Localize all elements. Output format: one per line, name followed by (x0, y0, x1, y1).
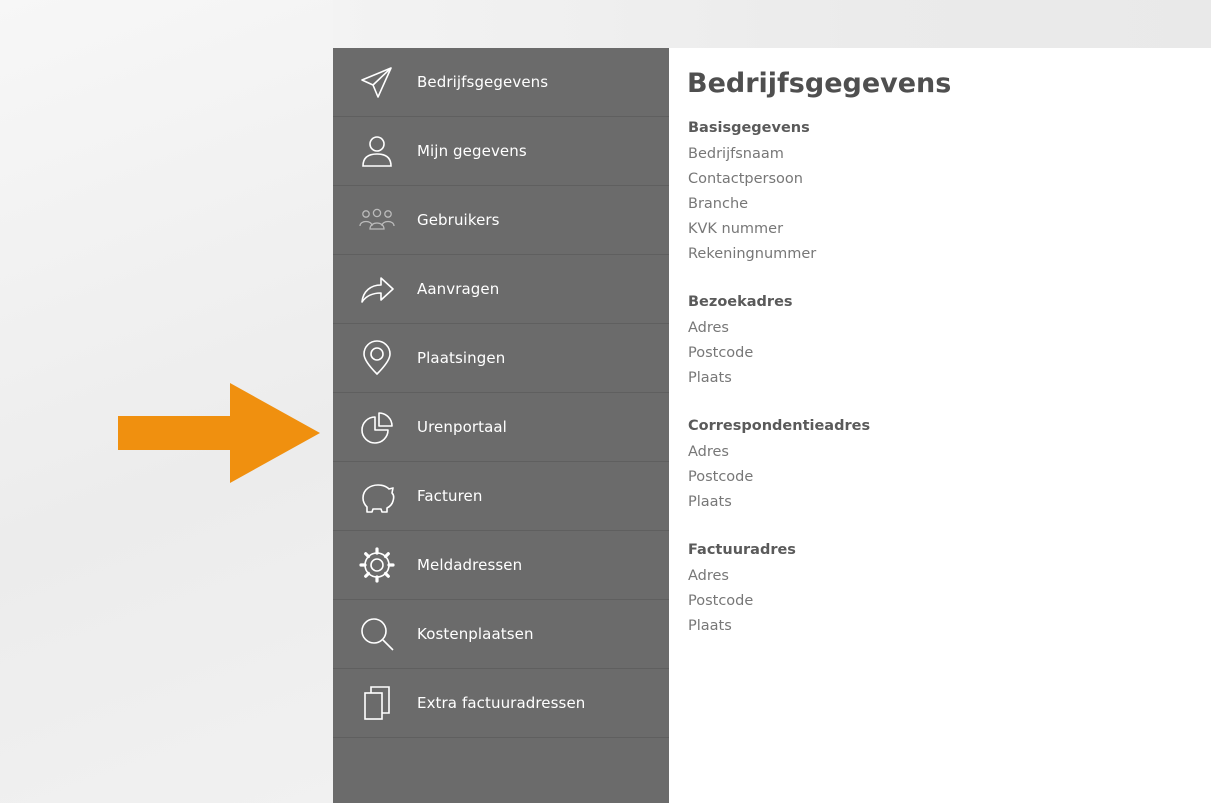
field-plaats: Plaats (688, 618, 732, 634)
field-postcode: Postcode (688, 469, 754, 485)
field-kvk-nummer: KVK nummer (688, 221, 784, 237)
section-title: Bezoekadres (688, 294, 793, 310)
sidebar-item-label: Kostenplaatsen (417, 625, 534, 643)
field-adres: Adres (688, 568, 729, 584)
field-rekeningnummer: Rekeningnummer (688, 246, 817, 262)
search-icon (357, 614, 397, 654)
field-adres: Adres (688, 320, 729, 336)
field-plaats: Plaats (688, 370, 732, 386)
sidebar-item-label: Bedrijfsgegevens (417, 73, 549, 91)
field-adres: Adres (688, 444, 729, 460)
share-arrow-icon (357, 269, 397, 309)
field-postcode: Postcode (688, 345, 754, 361)
sidebar-item-label: Extra factuuradressen (417, 694, 586, 712)
sidebar-item-label: Facturen (417, 487, 483, 505)
section-factuuradres: Factuuradres Adres Postcode Plaats (688, 542, 796, 639)
sidebar-item-facturen[interactable]: Facturen (333, 462, 669, 531)
main-content: Bedrijfsgegevens Basisgegevens Bedrijfsn… (669, 48, 1211, 803)
orange-arrow-icon (118, 383, 320, 483)
sidebar-item-label: Urenportaal (417, 418, 507, 436)
sidebar-item-meldadressen[interactable]: Meldadressen (333, 531, 669, 600)
sidebar-item-gebruikers[interactable]: Gebruikers (333, 186, 669, 255)
sidebar-item-bedrijfsgegevens[interactable]: Bedrijfsgegevens (333, 48, 669, 117)
section-title: Factuuradres (688, 542, 796, 558)
sidebar-item-label: Meldadressen (417, 556, 523, 574)
section-title: Correspondentieadres (688, 418, 871, 434)
sidebar-item-plaatsingen[interactable]: Plaatsingen (333, 324, 669, 393)
piggy-bank-icon (357, 476, 397, 516)
sidebar-item-urenportaal[interactable]: Urenportaal (333, 393, 669, 462)
sidebar-item-mijn-gegevens[interactable]: Mijn gegevens (333, 117, 669, 186)
field-branche: Branche (688, 196, 749, 212)
field-plaats: Plaats (688, 494, 732, 510)
section-basisgegevens: Basisgegevens Bedrijfsnaam Contactpersoo… (688, 120, 816, 267)
user-icon (357, 131, 397, 171)
field-contactpersoon: Contactpersoon (688, 171, 803, 187)
gear-icon (357, 545, 397, 585)
section-title: Basisgegevens (688, 120, 810, 136)
users-icon (357, 200, 397, 240)
map-pin-icon (357, 338, 397, 378)
sidebar-item-aanvragen[interactable]: Aanvragen (333, 255, 669, 324)
sidebar-item-kostenplaatsen[interactable]: Kostenplaatsen (333, 600, 669, 669)
pie-chart-icon (357, 407, 397, 447)
section-correspondentieadres: Correspondentieadres Adres Postcode Plaa… (688, 418, 870, 515)
sidebar: Bedrijfsgegevens Mijn gegevens Gebruiker… (333, 48, 669, 803)
sidebar-item-label: Plaatsingen (417, 349, 506, 367)
sidebar-item-label: Aanvragen (417, 280, 500, 298)
page-title: Bedrijfsgegevens (687, 68, 952, 99)
sidebar-item-extra-factuuradressen[interactable]: Extra factuuradressen (333, 669, 669, 738)
background-top (333, 0, 1211, 48)
paper-plane-icon (357, 62, 397, 102)
field-bedrijfsnaam: Bedrijfsnaam (688, 146, 784, 162)
sidebar-item-label: Gebruikers (417, 211, 500, 229)
sidebar-item-label: Mijn gegevens (417, 142, 527, 160)
copy-icon (357, 683, 397, 723)
section-bezoekadres: Bezoekadres Adres Postcode Plaats (688, 294, 793, 391)
field-postcode: Postcode (688, 593, 754, 609)
